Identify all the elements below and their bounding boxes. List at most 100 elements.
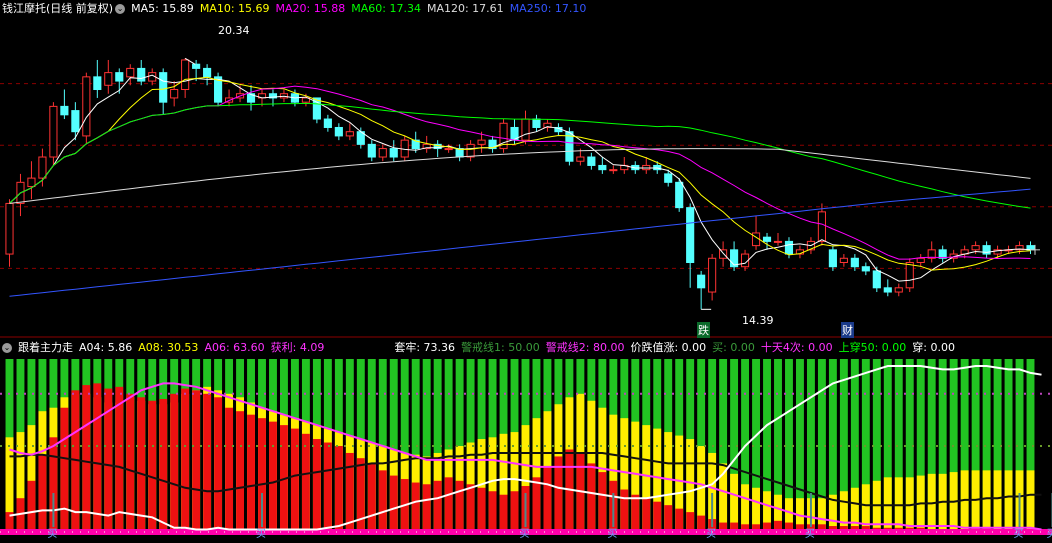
indicator-chart[interactable]: 买买买买买买买买 [0, 357, 1052, 543]
ma60-line [9, 102, 1031, 209]
indicator-bar-red [587, 463, 596, 533]
indicator-bar-red [356, 458, 365, 533]
buy-signal-label: 买 [47, 528, 57, 540]
candle-body [828, 249, 837, 268]
candle-body [192, 63, 201, 69]
indicator-bar-red [60, 407, 69, 533]
candle-body [115, 72, 124, 82]
indicator-bar-yellow [971, 470, 980, 533]
candle-body [971, 245, 980, 251]
indicator-bar-red [323, 442, 332, 533]
candle-body [532, 118, 541, 128]
candle-body [664, 173, 673, 183]
candle-body [773, 240, 783, 243]
indicator-bar-yellow [861, 484, 870, 533]
a04-label: A04: 5.86 [79, 341, 133, 354]
candle-body [170, 89, 179, 99]
buy-signal-label: 买 [1046, 528, 1052, 540]
ma20-line [9, 85, 1031, 260]
indicator-bar-red [598, 472, 607, 533]
candle-body [784, 240, 794, 255]
candle-body [389, 148, 398, 158]
candle-body [60, 105, 69, 116]
candle-body [675, 181, 684, 209]
indicator-bar-red [148, 400, 157, 533]
indicator-bar-red [642, 498, 651, 533]
indicator-bar-red [488, 491, 497, 533]
candle-body [126, 67, 135, 78]
candle-body [883, 287, 892, 293]
indicator-bar-red [16, 498, 25, 533]
candle-body [71, 110, 80, 133]
indicator-bar-red [27, 480, 36, 533]
indicator-bar-red [137, 397, 146, 533]
indicator-bar-red [367, 463, 376, 533]
cross-50-label: 上穿50: 0.00 [838, 341, 907, 354]
indicator-bar-red [126, 393, 135, 533]
indicator-bar-yellow [1026, 470, 1035, 533]
indicator-bar-red [532, 477, 541, 533]
candle-body [82, 76, 91, 137]
indicator-bar-red [631, 494, 640, 533]
indicator-bar-yellow [1004, 470, 1013, 533]
candle-body [137, 67, 146, 82]
indicator-bar-red [411, 482, 420, 533]
indicator-bar-red [477, 487, 486, 533]
candle-body [850, 257, 859, 268]
indicator-bar-red [181, 388, 190, 533]
indicator-bar-red [301, 433, 310, 533]
indicator-bar-red [334, 446, 343, 533]
buy-signal-label: 买 [706, 528, 716, 540]
indicator-bar-red [554, 456, 563, 533]
indicator-bar-red [203, 393, 212, 533]
candle-body [697, 274, 706, 289]
candle-body [894, 287, 903, 293]
candle-body [49, 105, 58, 158]
candle-body [334, 126, 343, 137]
high-price-label: 20.34 [218, 24, 250, 37]
indicator-bar-red [192, 390, 201, 533]
candle-body [598, 164, 607, 171]
indicator-bar-red [653, 501, 662, 533]
indicator-bar-red [444, 477, 453, 533]
warning-line2-label: 警戒线2: 80.00 [545, 341, 625, 354]
indicator-bar-red [93, 383, 102, 533]
candle-body [587, 156, 596, 166]
indicator-bar-yellow [993, 470, 1002, 533]
indicator-bar-yellow [938, 473, 947, 533]
candlestick-chart[interactable] [0, 0, 1052, 339]
candle-body [104, 72, 113, 86]
candle-body [872, 270, 881, 289]
indicator-bar-red [159, 399, 168, 533]
cross-label: 穿: 0.00 [912, 341, 955, 354]
buy-signal-label: 买 [805, 528, 815, 540]
buy-signal-label: 买 [256, 528, 266, 540]
a08-label: A08: 30.53 [138, 341, 199, 354]
candle-body [609, 169, 618, 172]
indicator-bar-yellow [960, 470, 969, 533]
candle-body [159, 72, 168, 103]
indicator-bar-red [214, 397, 223, 533]
candle-body [905, 261, 914, 289]
warning-line1-label: 警戒线1: 50.00 [461, 341, 540, 354]
indicator-bar-red [422, 484, 431, 533]
buy-signal-label: 买 [607, 528, 617, 540]
indicator-header: ⌄ 跟着主力走 A04: 5.86 A08: 30.53 A06: 63.60 … [0, 339, 1052, 356]
candle-body [203, 67, 212, 78]
candle-body [576, 156, 585, 162]
indicator-bar-red [510, 491, 519, 533]
cai-signal-label: 财 [841, 322, 854, 338]
candle-body [378, 148, 387, 158]
die-signal-label: 跌 [697, 322, 710, 338]
chevron-down-icon[interactable]: ⌄ [2, 342, 12, 353]
indicator-bar-red [543, 466, 552, 533]
a06-label: A06: 63.60 [204, 341, 265, 354]
ma120-line [9, 148, 1031, 204]
candle-body [861, 266, 870, 272]
indicator-bar-red [620, 489, 629, 533]
candle-body [93, 76, 102, 91]
indicator-title: 跟着主力走 [18, 341, 73, 354]
indicator-bar-red [290, 428, 299, 533]
indicator-bar-red [499, 494, 508, 533]
low-price-label: 14.39 [742, 314, 774, 327]
